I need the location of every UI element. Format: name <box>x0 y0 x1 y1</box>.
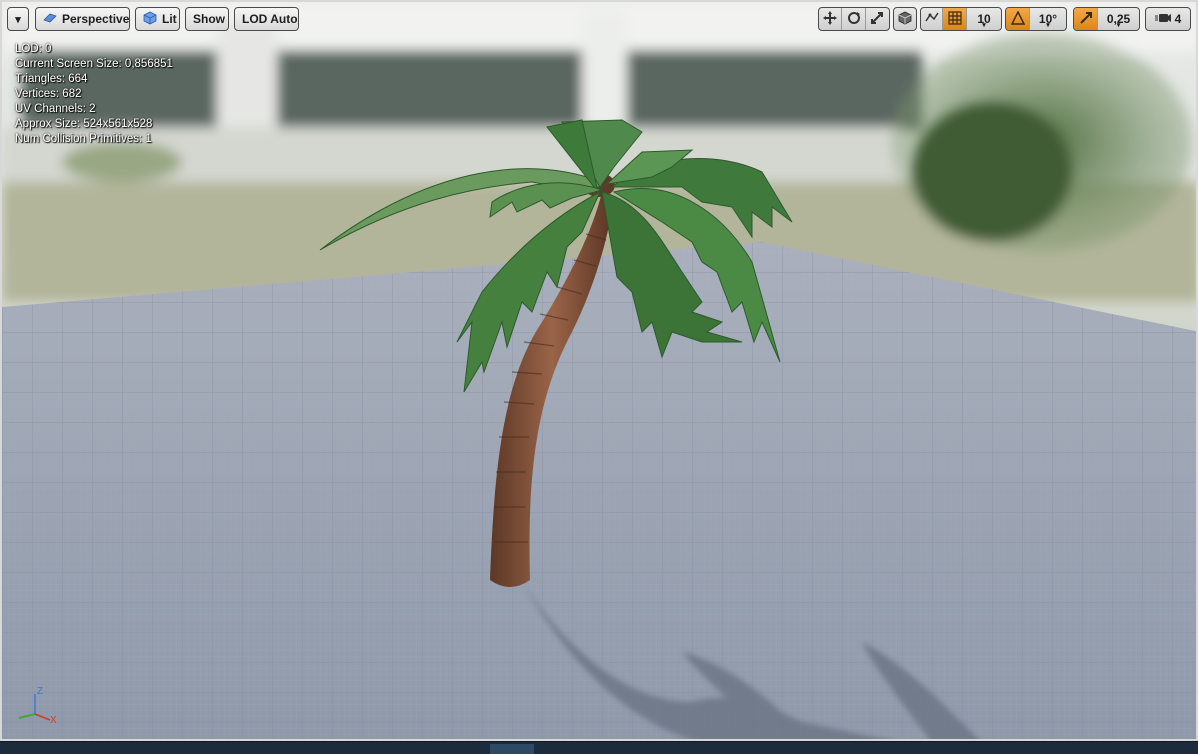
grid-snap-toggle[interactable] <box>943 8 967 30</box>
stat-vertices: Vertices: 682 <box>15 88 82 100</box>
cube-icon <box>898 11 912 28</box>
scale-icon <box>870 11 884 28</box>
grid-icon <box>947 10 962 28</box>
transform-tools <box>818 7 890 31</box>
stat-screen-size: Current Screen Size: 0,856851 <box>15 58 173 70</box>
stat-approx-size: Approx Size: 524x561x528 <box>15 118 153 130</box>
rotate-tool[interactable] <box>842 8 866 30</box>
viewport[interactable]: ▾ Perspective Lit Show LOD Auto 10 ▾ 10°… <box>0 0 1198 741</box>
world-local-toggle[interactable] <box>893 7 917 31</box>
stat-collision-primitives: Num Collision Primitives: 1 <box>15 133 152 145</box>
world-space-cell <box>894 8 916 30</box>
camera-speed-icon <box>1154 12 1171 27</box>
surface-snap-button[interactable] <box>921 8 943 30</box>
scale-tool[interactable] <box>866 8 889 30</box>
lit-button[interactable]: Lit <box>135 7 180 31</box>
perspective-label: Perspective <box>62 12 130 26</box>
lod-label: LOD Auto <box>242 12 298 26</box>
grid-snap-group: 10 ▾ <box>920 7 1002 31</box>
camera-speed-cell: 4 <box>1146 8 1190 30</box>
perspective-button[interactable]: Perspective <box>35 7 130 31</box>
lod-button[interactable]: LOD Auto <box>234 7 299 31</box>
move-icon <box>823 10 838 28</box>
scale-snap-icon <box>1079 11 1093 28</box>
scale-snap-value[interactable]: 0,25 ▾ <box>1098 8 1139 30</box>
chevron-down-icon: ▾ <box>1116 22 1121 29</box>
stat-uv-channels: UV Channels: 2 <box>15 103 96 115</box>
stat-triangles: Triangles: 664 <box>15 73 88 85</box>
rotation-snap-value[interactable]: 10° ▾ <box>1030 8 1066 30</box>
show-label: Show <box>193 12 225 26</box>
scale-snap-group: 0,25 ▾ <box>1073 7 1140 31</box>
rotation-snap-group: 10° ▾ <box>1005 7 1067 31</box>
chevron-down-icon: ▾ <box>982 22 986 29</box>
grid-snap-value[interactable]: 10 ▾ <box>967 8 1001 30</box>
rotation-snap-toggle[interactable] <box>1006 8 1030 30</box>
angle-icon <box>1010 9 1025 28</box>
surface-snap-icon <box>924 11 939 28</box>
rotate-icon <box>847 11 861 28</box>
axis-x-label: X <box>50 715 57 726</box>
scale-snap-toggle[interactable] <box>1074 8 1098 30</box>
cube-lit-icon <box>143 11 157 28</box>
stat-lod: LOD: 0 <box>15 43 52 55</box>
viewport-toolbar: ▾ Perspective Lit Show LOD Auto 10 ▾ 10°… <box>2 7 1196 33</box>
stats-overlay: LOD: 0 Current Screen Size: 0,856851 Tri… <box>15 42 173 147</box>
chevron-down-icon: ▾ <box>15 13 21 26</box>
translate-tool[interactable] <box>819 8 843 30</box>
axis-gizmo-icon: Z X <box>18 686 57 726</box>
viewport-options-button[interactable]: ▾ <box>7 7 29 31</box>
lit-label: Lit <box>162 12 177 26</box>
viewport-scene <box>2 2 1196 739</box>
axis-z-label: Z <box>37 686 43 697</box>
show-button[interactable]: Show <box>185 7 229 31</box>
chevron-down-icon: ▾ <box>1046 22 1050 29</box>
camera-speed-button[interactable]: 4 <box>1145 7 1191 31</box>
status-bar <box>0 741 1198 754</box>
camera-icon <box>43 12 57 27</box>
